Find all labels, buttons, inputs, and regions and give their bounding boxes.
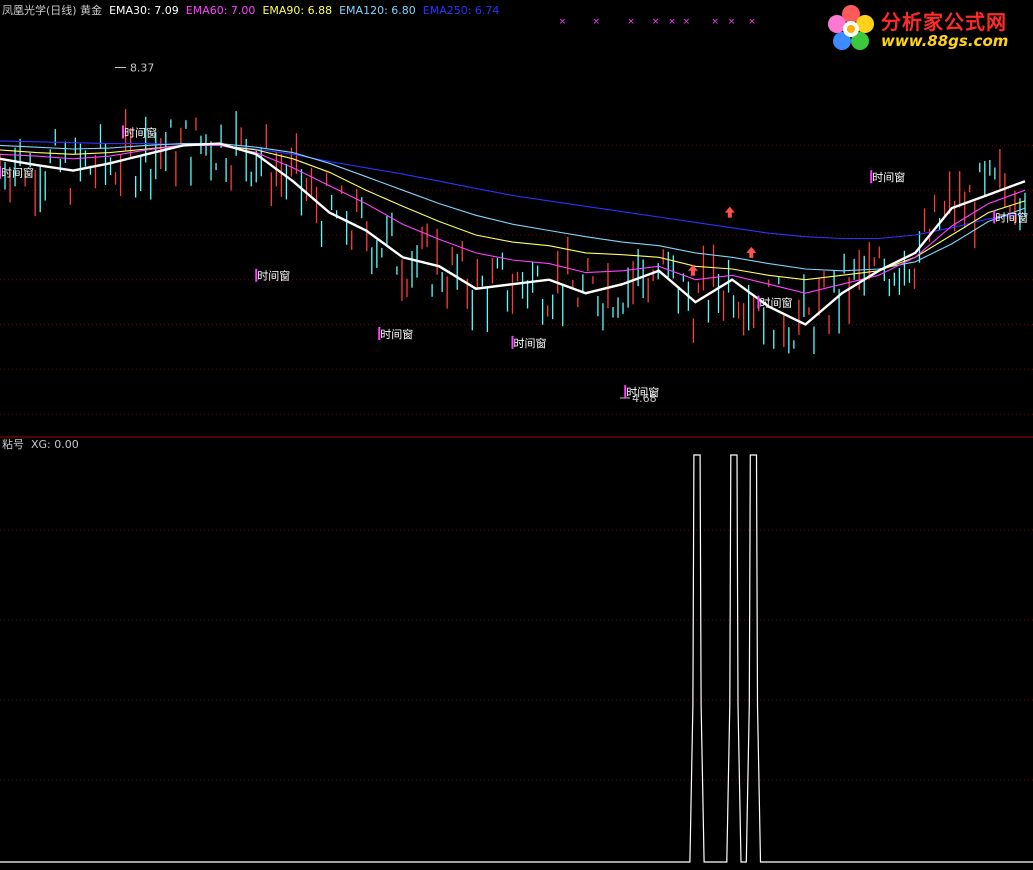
series-line-ema120 (0, 143, 1026, 272)
xg-label: XG: 0.00 (31, 438, 79, 451)
cross-mark: × (627, 17, 635, 27)
cross-mark: × (683, 17, 691, 27)
cross-mark: × (748, 17, 756, 27)
main-chart-title: 凤凰光学(日线) 黄金 (2, 4, 103, 17)
main-chart-header: 凤凰光学(日线) 黄金 EMA30: 7.09 EMA60: 7.00 EMA9… (2, 4, 499, 17)
high-price-label: 8.37 (130, 61, 155, 74)
window-label: 时间窗 (380, 327, 413, 341)
window-label: 时间窗 (626, 385, 659, 399)
series-line-ema60 (0, 144, 1026, 294)
window-label: 时间窗 (124, 125, 157, 139)
cross-mark: × (559, 17, 567, 27)
buy-arrow-icon (724, 206, 735, 218)
sub-chart-title: 粘号 (2, 438, 24, 451)
site-logo: 分析家公式网 www.88gs.com (825, 2, 1025, 54)
ema90-label: EMA90: 6.88 (262, 4, 333, 17)
cross-mark: × (728, 17, 736, 27)
ema120-label: EMA120: 6.80 (339, 4, 416, 17)
sub-chart-header: 粘号 XG: 0.00 (2, 438, 79, 451)
window-label: 时间窗 (1, 166, 34, 180)
ema60-label: EMA60: 7.00 (185, 4, 256, 17)
cross-mark: × (711, 17, 719, 27)
window-label: 时间窗 (257, 269, 290, 283)
window-label: 时间窗 (872, 170, 905, 184)
cross-mark: × (592, 17, 600, 27)
buy-arrow-icon (746, 246, 757, 258)
logo-title: 分析家公式网 (881, 10, 1007, 34)
window-label: 时间窗 (514, 336, 547, 350)
window-label: 时间窗 (995, 211, 1028, 225)
cross-mark: × (652, 17, 660, 27)
ema250-label: EMA250: 6.74 (422, 4, 500, 17)
flower-logo-icon (828, 5, 874, 50)
logo-url: www.88gs.com (881, 32, 1009, 50)
stock-chart: 8.374.68时间窗时间窗时间窗时间窗时间窗时间窗时间窗时间窗时间窗× × × × ×… (0, 17, 1033, 863)
series-line-xg (0, 454, 1033, 863)
cross-mark: × (668, 17, 676, 27)
window-label: 时间窗 (760, 296, 793, 310)
ema30-label: EMA30: 7.09 (109, 4, 179, 17)
